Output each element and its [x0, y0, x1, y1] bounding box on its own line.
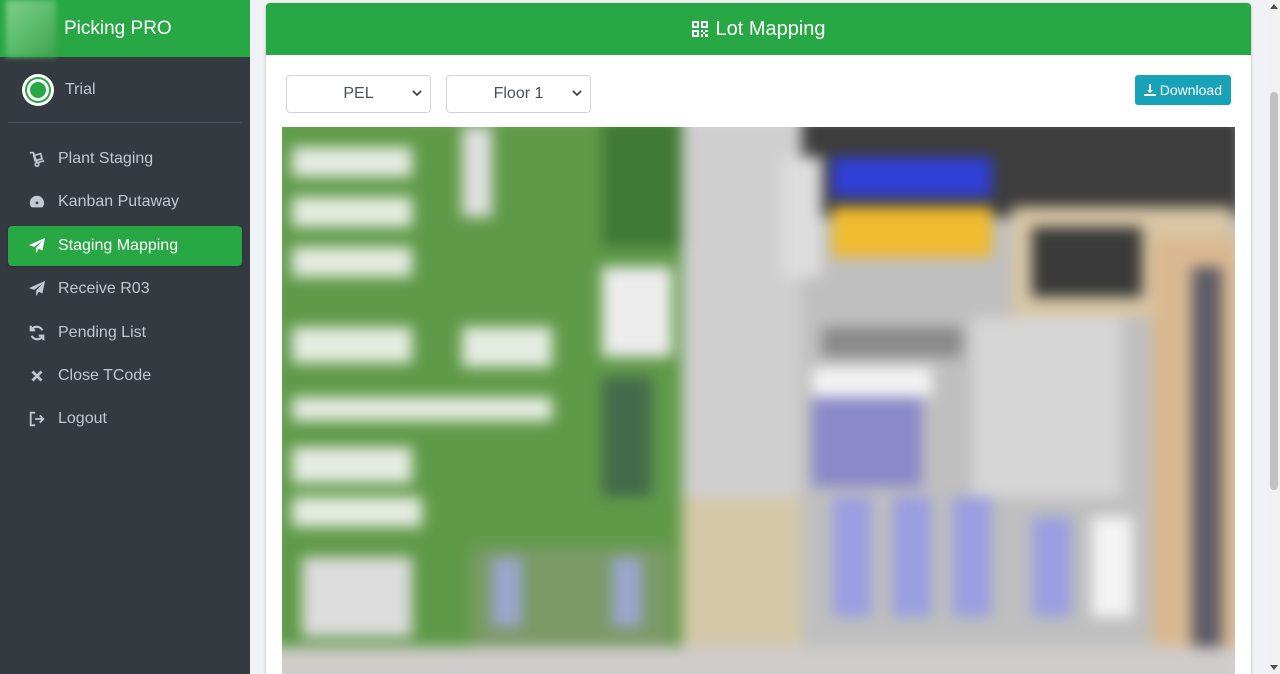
- user-name: Trial: [65, 80, 96, 98]
- sidebar-item-label: Close TCode: [58, 366, 152, 384]
- chevron-down-icon: [412, 90, 422, 97]
- brand-title: Picking PRO: [64, 17, 172, 39]
- sidebar: Picking PRO Trial Plant Staging Kanban P…: [0, 0, 250, 674]
- paper-plane-icon: [26, 279, 48, 299]
- card-header: Lot Mapping: [266, 3, 1251, 55]
- sidebar-item-label: Pending List: [58, 323, 147, 341]
- sidebar-item-staging-mapping[interactable]: Staging Mapping: [8, 225, 242, 266]
- sidebar-item-label: Plant Staging: [58, 150, 154, 167]
- sidebar-item-label: Logout: [58, 410, 107, 428]
- paper-plane-icon: [26, 236, 48, 256]
- gauge-icon: [26, 192, 48, 212]
- download-button[interactable]: Download: [1134, 75, 1231, 105]
- sidebar-item-close-tcode[interactable]: Close TCode: [8, 356, 242, 396]
- sidebar-item-receive-r03[interactable]: Receive R03: [8, 269, 242, 309]
- sidebar-item-plant-staging[interactable]: Plant Staging: [8, 139, 242, 179]
- qrcode-icon: [692, 21, 709, 37]
- brand[interactable]: Picking PRO: [0, 0, 250, 57]
- main-content: Lot Mapping PEL Floor 1 Download: [250, 0, 1268, 674]
- lot-mapping-card: Lot Mapping PEL Floor 1 Download: [266, 3, 1251, 674]
- download-label: Download: [1159, 82, 1222, 98]
- sidebar-item-label: Receive R03: [58, 280, 150, 298]
- dolly-icon: [26, 149, 48, 169]
- chevron-down-icon: [572, 90, 582, 97]
- download-icon: [1143, 84, 1156, 96]
- logout-icon: [26, 409, 48, 429]
- brand-logo: [6, 0, 56, 57]
- sidebar-item-logout[interactable]: Logout: [8, 399, 242, 439]
- avatar: [22, 73, 54, 106]
- plant-select[interactable]: PEL: [286, 75, 431, 113]
- floor-select[interactable]: Floor 1: [446, 75, 591, 113]
- sidebar-nav: Plant Staging Kanban Putaway Staging Map…: [0, 139, 250, 439]
- scroll-thumb[interactable]: [1270, 92, 1278, 490]
- scroll-up-arrow[interactable]: [1270, 4, 1278, 9]
- sidebar-item-pending-list[interactable]: Pending List: [8, 313, 242, 353]
- close-icon: [26, 366, 48, 386]
- floor-select-value: Floor 1: [493, 85, 544, 102]
- controls-bar: PEL Floor 1 Download: [266, 55, 1251, 127]
- scroll-down-arrow[interactable]: [1270, 665, 1278, 670]
- sidebar-item-label: Staging Mapping: [58, 236, 179, 254]
- user-panel[interactable]: Trial: [8, 57, 242, 123]
- sidebar-item-kanban-putaway[interactable]: Kanban Putaway: [8, 182, 242, 222]
- page-scrollbar[interactable]: [1268, 0, 1280, 674]
- sidebar-item-label: Kanban Putaway: [58, 193, 179, 211]
- plant-select-value: PEL: [343, 85, 374, 102]
- lot-map-image[interactable]: [282, 127, 1235, 674]
- blurred-floor-plan: [282, 127, 1235, 674]
- sync-icon: [26, 323, 48, 343]
- page-title: Lot Mapping: [715, 17, 826, 40]
